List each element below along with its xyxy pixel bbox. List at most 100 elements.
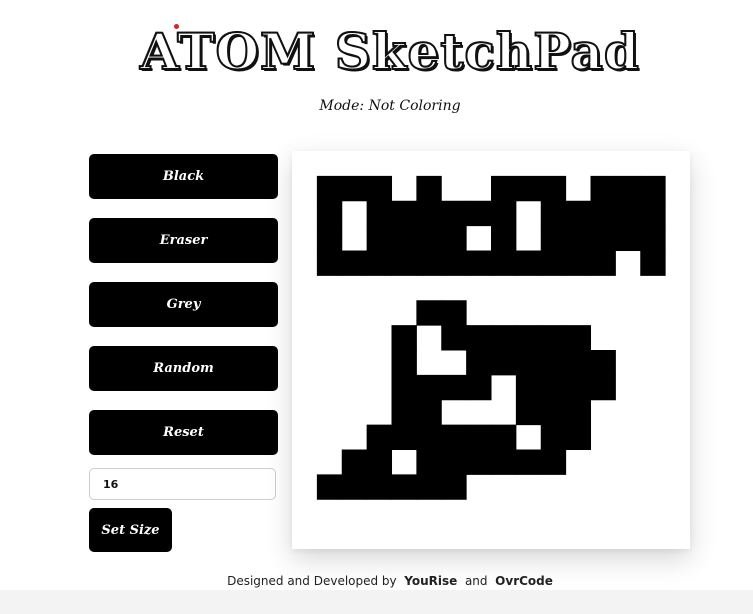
sketch-canvas[interactable] [292,151,690,549]
grid-cell-filled[interactable] [391,250,417,276]
grid-cell-filled[interactable] [316,225,343,252]
grid-cell-filled[interactable] [416,399,442,426]
grid-cell-filled[interactable] [416,374,442,401]
grid-cell-filled[interactable] [341,250,368,276]
grid-cell-filled[interactable] [590,374,616,401]
grid-cell-filled[interactable] [466,449,492,475]
grid-cell-filled[interactable] [491,350,517,376]
grid-cell-filled[interactable] [391,200,417,227]
eraser-button[interactable]: Eraser [89,218,278,263]
grid-cell-filled[interactable] [341,449,368,475]
grid-size-input[interactable] [89,468,276,500]
grid-cell-filled[interactable] [515,350,542,376]
grid-cell-filled[interactable] [590,225,616,252]
grid-cell-filled[interactable] [540,250,567,276]
grid-cell-filled[interactable] [416,474,442,500]
grid-cell-filled[interactable] [441,225,467,252]
grid-cell-filled[interactable] [540,374,567,401]
grid-cell-filled[interactable] [416,200,442,227]
grid-cell-filled[interactable] [565,350,592,376]
grid-cell-filled[interactable] [540,175,567,202]
grid-cell-filled[interactable] [515,250,542,276]
grid-cell-filled[interactable] [466,250,492,276]
grid-cell-filled[interactable] [640,250,666,276]
grid-cell-filled[interactable] [366,474,393,500]
grid-cell-filled[interactable] [565,424,592,451]
grid-cell-filled[interactable] [515,325,542,351]
grid-cell-filled[interactable] [491,225,517,252]
grid-cell-filled[interactable] [391,374,417,401]
grid-cell-filled[interactable] [590,175,616,202]
grid-cell-filled[interactable] [391,325,417,351]
grid-cell-filled[interactable] [441,200,467,227]
grid-cell-filled[interactable] [341,474,368,500]
grid-cell-filled[interactable] [391,399,417,426]
grid-cell-filled[interactable] [441,300,467,326]
grid-cell-filled[interactable] [491,325,517,351]
grid-cell-filled[interactable] [515,374,542,401]
grid-cell-filled[interactable] [416,449,442,475]
grid-cell-filled[interactable] [565,200,592,227]
grid-cell-filled[interactable] [391,225,417,252]
grid-cell-filled[interactable] [565,325,592,351]
grid-cell-filled[interactable] [565,225,592,252]
grid-cell-filled[interactable] [491,250,517,276]
grid-cell-filled[interactable] [590,250,616,276]
grid-cell-filled[interactable] [416,250,442,276]
random-button[interactable]: Random [89,346,278,391]
grid-cell-filled[interactable] [416,424,442,451]
grid-cell-filled[interactable] [441,325,467,351]
grid-cell-filled[interactable] [366,250,393,276]
grid-cell-filled[interactable] [341,175,368,202]
grid-cell-filled[interactable] [640,225,666,252]
grid-cell-filled[interactable] [391,350,417,376]
grid-cell-filled[interactable] [615,175,641,202]
grid-cell-filled[interactable] [391,474,417,500]
grid-cell-filled[interactable] [590,350,616,376]
grid-cell-filled[interactable] [441,424,467,451]
grid-cell-filled[interactable] [540,200,567,227]
grid-cell-filled[interactable] [491,424,517,451]
grid-cell-filled[interactable] [366,200,393,227]
grey-button[interactable]: Grey [89,282,278,327]
grid-cell-filled[interactable] [565,374,592,401]
black-button[interactable]: Black [89,154,278,199]
grid-cell-filled[interactable] [590,200,616,227]
grid-cell-filled[interactable] [366,449,393,475]
grid-cell-filled[interactable] [316,175,343,202]
grid-cell-filled[interactable] [540,225,567,252]
grid-cell-filled[interactable] [565,250,592,276]
grid-cell-filled[interactable] [640,175,666,202]
grid-cell-filled[interactable] [540,325,567,351]
grid-cell-filled[interactable] [540,424,567,451]
grid-cell-filled[interactable] [316,250,343,276]
grid-cell-filled[interactable] [316,474,343,500]
grid-cell-filled[interactable] [366,225,393,252]
grid-cell-filled[interactable] [615,225,641,252]
grid-cell-filled[interactable] [615,200,641,227]
grid-cell-filled[interactable] [466,350,492,376]
set-size-button[interactable]: Set Size [89,508,172,552]
grid-cell-filled[interactable] [540,399,567,426]
grid-cell-filled[interactable] [466,325,492,351]
grid-cell-filled[interactable] [366,175,393,202]
grid-cell-filled[interactable] [491,175,517,202]
grid-cell-filled[interactable] [416,300,442,326]
grid-cell-filled[interactable] [491,449,517,475]
grid-cell-filled[interactable] [441,374,467,401]
grid-cell-filled[interactable] [441,474,467,500]
grid-cell-filled[interactable] [515,175,542,202]
grid-cell-filled[interactable] [316,200,343,227]
grid-cell-filled[interactable] [416,225,442,252]
sketch-grid[interactable] [292,151,690,549]
grid-cell-filled[interactable] [565,399,592,426]
grid-cell-filled[interactable] [640,200,666,227]
grid-cell-filled[interactable] [366,424,393,451]
grid-cell-filled[interactable] [441,250,467,276]
grid-cell-filled[interactable] [466,200,492,227]
grid-cell-filled[interactable] [515,399,542,426]
reset-button[interactable]: Reset [89,410,278,455]
grid-cell-filled[interactable] [441,449,467,475]
grid-cell-filled[interactable] [466,374,492,401]
grid-cell-filled[interactable] [540,449,567,475]
